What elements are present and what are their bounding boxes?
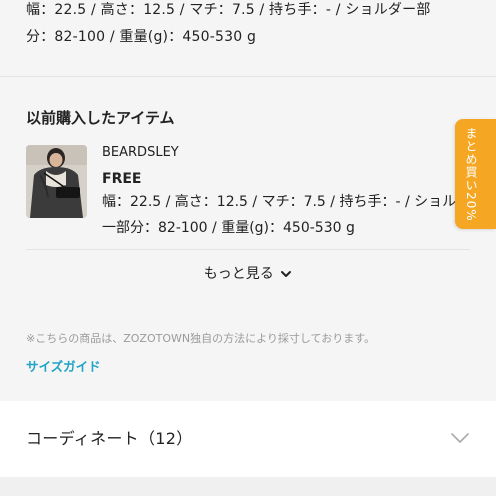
show-more-button[interactable]: もっと見る xyxy=(0,264,496,284)
chevron-down-icon xyxy=(451,433,469,443)
bottom-spacer xyxy=(0,477,496,496)
purchased-item-thumbnail[interactable] xyxy=(26,145,87,218)
product-dimensions-section: 幅：22.5 / 高さ：12.5 / マチ：7.5 / 持ち手：- / ショルダ… xyxy=(0,0,496,76)
item-dimensions-line-1: 幅：22.5 / 高さ：12.5 / マチ：7.5 / 持ち手：- / ショルダ xyxy=(102,194,462,210)
size-guide-link[interactable]: サイズガイド xyxy=(26,358,101,376)
product-detail-page: 幅：22.5 / 高さ：12.5 / マチ：7.5 / 持ち手：- / ショルダ… xyxy=(0,0,496,496)
item-size: FREE xyxy=(102,171,142,187)
model-photo-icon xyxy=(26,145,87,218)
purchased-items-title: 以前購入したアイテム xyxy=(26,109,175,127)
bulk-discount-label: まとめ買い20% xyxy=(464,127,478,222)
bulk-discount-tab[interactable]: まとめ買い20% xyxy=(455,119,496,229)
item-dimensions-line-2: 一部分：82-100 / 重量(g)：450-530 g xyxy=(102,220,355,236)
coordinate-row[interactable]: コーディネート（12） xyxy=(0,401,496,477)
dimensions-line-2: 分：82-100 / 重量(g)：450-530 g xyxy=(26,29,257,45)
item-divider xyxy=(26,249,470,250)
dimensions-line-1: 幅：22.5 / 高さ：12.5 / マチ：7.5 / 持ち手：- / ショルダ… xyxy=(26,2,431,18)
section-divider xyxy=(0,76,496,77)
item-brand[interactable]: BEARDSLEY xyxy=(102,144,179,162)
measurement-note: ※こちらの商品は、ZOZOTOWN独自の方法により採寸しております。 xyxy=(26,332,376,345)
coordinate-label: コーディネート（12） xyxy=(26,429,193,448)
show-more-label: もっと見る xyxy=(203,266,274,282)
chevron-down-icon xyxy=(281,271,292,277)
